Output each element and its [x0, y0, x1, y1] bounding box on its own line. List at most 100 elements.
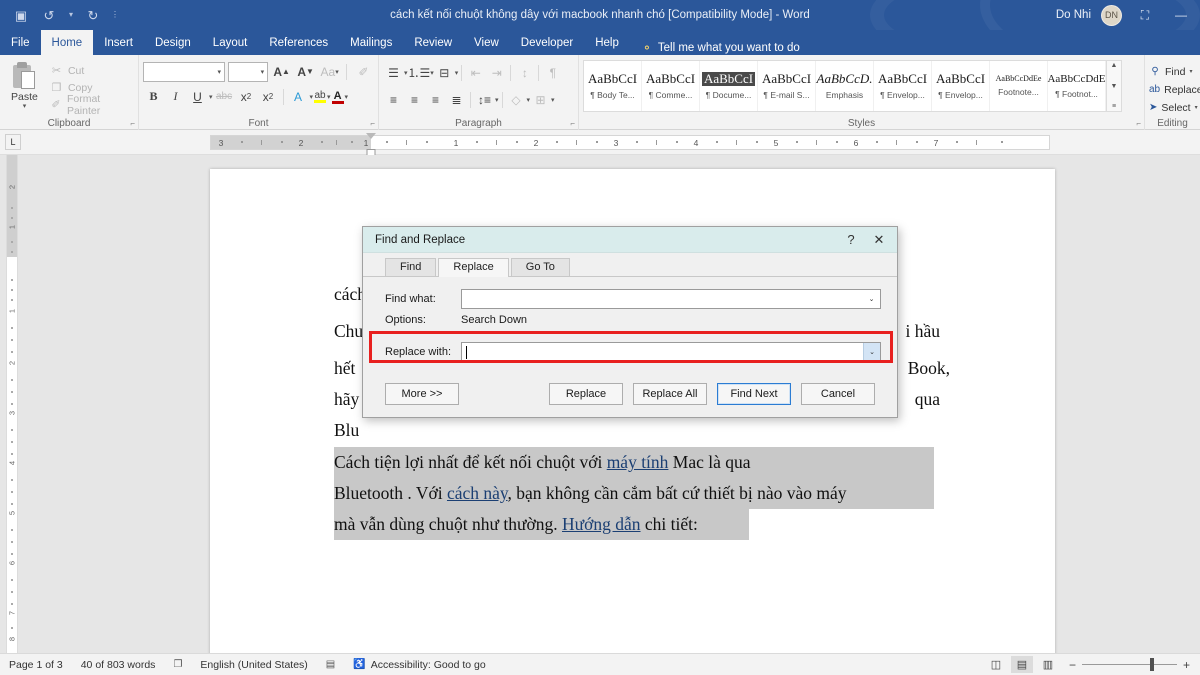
font-size-input[interactable]: ▾ [228, 61, 269, 82]
read-mode-view-button[interactable]: ◫ [985, 656, 1007, 673]
first-line-indent-marker[interactable] [366, 133, 376, 139]
style-item[interactable]: AaBbCcDdE ¶ Footnot... [1047, 61, 1106, 111]
increase-indent-icon[interactable]: ⇥ [486, 62, 507, 83]
tab-developer[interactable]: Developer [510, 30, 584, 55]
styles-scroll-up-icon[interactable]: ▲ [1111, 62, 1118, 69]
highlight-dropdown-icon[interactable]: ▾ [327, 93, 331, 101]
avatar[interactable]: DN [1101, 4, 1122, 26]
style-item[interactable]: AaBbCcI ¶ Envelop... [932, 61, 990, 111]
hyperlink-cach-nay[interactable]: cách này [447, 483, 508, 503]
grow-font-icon[interactable]: A ▲ [271, 61, 292, 82]
find-button[interactable]: ⚲ Find ▾ [1149, 62, 1196, 80]
ribbon-display-options-icon[interactable]: ⛶ [1132, 2, 1158, 28]
zoom-in-button[interactable]: + [1183, 658, 1190, 672]
shrink-font-icon[interactable]: A ▼ [295, 61, 316, 82]
bullets-icon[interactable]: ☰ [383, 62, 404, 83]
tab-file[interactable]: File [0, 30, 41, 55]
tab-stop-selector-icon[interactable]: L [5, 134, 21, 150]
zoom-out-button[interactable]: − [1069, 658, 1076, 672]
strikethrough-button[interactable]: abc [214, 86, 235, 107]
select-dropdown-icon[interactable]: ▾ [1195, 104, 1198, 111]
tell-me-search[interactable]: ⚬ Tell me what you want to do [630, 41, 800, 55]
word-count[interactable]: 40 of 803 words [72, 659, 165, 671]
replace-button[interactable]: Replace [549, 383, 623, 405]
find-dropdown-icon[interactable]: ▾ [1189, 68, 1192, 75]
text-highlight-icon[interactable]: ab [314, 86, 327, 107]
account-name[interactable]: Do Nhi [1056, 9, 1091, 21]
italic-button[interactable]: I [165, 86, 186, 107]
dialog-tab-replace[interactable]: Replace [438, 258, 509, 277]
font-color-icon[interactable]: A [331, 86, 344, 107]
sort-icon[interactable]: ↕ [514, 62, 535, 83]
style-item-selected[interactable]: AaBbCcI ¶ Docume... [700, 61, 758, 111]
paragraph-dialog-launcher-icon[interactable]: ⌐ [570, 119, 575, 128]
horizontal-ruler[interactable]: L 3 2 1 1 2 3 4 5 6 7 [0, 130, 1200, 156]
superscript-button[interactable]: x2 [258, 86, 279, 107]
tab-layout[interactable]: Layout [202, 30, 259, 55]
font-dialog-launcher-icon[interactable]: ⌐ [370, 119, 375, 128]
zoom-track[interactable] [1081, 658, 1177, 671]
more-button[interactable]: More >> [385, 383, 459, 405]
find-next-button[interactable]: Find Next [717, 383, 791, 405]
justify-icon[interactable]: ≣ [446, 89, 467, 110]
tab-review[interactable]: Review [403, 30, 463, 55]
underline-dropdown-icon[interactable]: ▾ [209, 93, 213, 101]
replace-button[interactable]: ab Replace [1149, 80, 1200, 98]
change-case-icon[interactable]: Aa ▾ [319, 61, 340, 82]
style-item[interactable]: AaBbCcI ¶ Envelop... [874, 61, 932, 111]
style-item[interactable]: AaBbCcI ¶ Body Te... [584, 61, 642, 111]
page-indicator[interactable]: Page 1 of 3 [0, 659, 72, 671]
numbering-icon[interactable]: ⒈☰ [408, 62, 431, 83]
web-layout-view-button[interactable]: ▥ [1037, 656, 1059, 673]
accessibility-status[interactable]: ♿ Accessibility: Good to go [344, 659, 494, 671]
shading-icon[interactable]: ◇ [506, 89, 527, 110]
select-button[interactable]: ➤ Select ▾ [1149, 98, 1198, 116]
show-formatting-marks-icon[interactable]: ¶ [542, 62, 563, 83]
paste-dropdown-icon[interactable]: ▾ [23, 102, 27, 110]
style-item[interactable]: AaBbCcI ¶ E-mail S... [758, 61, 816, 111]
find-what-dropdown-icon[interactable]: ⌄ [863, 290, 880, 308]
font-size-dropdown-icon[interactable]: ▾ [261, 68, 265, 76]
cut-button[interactable]: ✂ Cut [47, 62, 134, 79]
decrease-indent-icon[interactable]: ⇤ [465, 62, 486, 83]
format-painter-button[interactable]: ✐ Format Painter [47, 93, 134, 117]
underline-button[interactable]: U [187, 86, 208, 107]
dialog-tab-goto[interactable]: Go To [510, 258, 570, 276]
style-item[interactable]: AaBbCcD. Emphasis [816, 61, 874, 111]
line-spacing-dropdown-icon[interactable]: ▾ [495, 96, 499, 104]
close-icon[interactable]: ✕ [865, 228, 893, 252]
replace-all-button[interactable]: Replace All [633, 383, 707, 405]
vertical-ruler-strip[interactable]: 2 1 1 2 3 4 5 6 7 8 [6, 155, 18, 653]
clipboard-dialog-launcher-icon[interactable]: ⌐ [130, 119, 135, 128]
help-icon[interactable]: ? [837, 228, 865, 252]
zoom-slider[interactable]: − + [1069, 658, 1190, 672]
borders-dropdown-icon[interactable]: ▾ [551, 96, 555, 104]
clear-formatting-icon[interactable]: ✐ [353, 61, 374, 82]
line-spacing-icon[interactable]: ↕≡ [474, 89, 495, 110]
proofing-status[interactable]: ❐ [164, 659, 191, 670]
font-name-dropdown-icon[interactable]: ▾ [218, 68, 222, 76]
borders-icon[interactable]: ⊞ [530, 89, 551, 110]
font-name-input[interactable]: ▾ [143, 61, 226, 82]
tab-insert[interactable]: Insert [93, 30, 144, 55]
language-indicator[interactable]: English (United States) [191, 659, 316, 671]
vertical-ruler[interactable]: 2 1 1 2 3 4 5 6 7 8 [0, 155, 22, 653]
tab-design[interactable]: Design [144, 30, 202, 55]
minimize-button[interactable]: — [1168, 2, 1194, 28]
styles-scroll-down-icon[interactable]: ▼ [1111, 83, 1118, 90]
align-right-icon[interactable]: ≡ [425, 89, 446, 110]
hyperlink-may-tinh[interactable]: máy tính [607, 452, 669, 472]
text-effects-dropdown-icon[interactable]: ▾ [310, 93, 314, 101]
find-and-replace-dialog[interactable]: Find and Replace ? ✕ Find Replace Go To … [362, 226, 898, 418]
align-center-icon[interactable]: ≡ [404, 89, 425, 110]
bold-button[interactable]: B [143, 86, 164, 107]
tab-mailings[interactable]: Mailings [339, 30, 403, 55]
selected-paragraph[interactable]: Cách tiện lợi nhất để kết nối chuột với … [334, 447, 934, 540]
styles-more-icon[interactable]: ≡ [1112, 103, 1116, 110]
styles-gallery-scrollbar[interactable]: ▲ ▼ ≡ [1107, 60, 1122, 112]
style-item[interactable]: AaBbCcI ¶ Comme... [642, 61, 700, 111]
tab-home[interactable]: Home [40, 30, 94, 55]
macro-recording[interactable]: ▤ [317, 659, 344, 670]
text-effects-icon[interactable]: A [288, 86, 309, 107]
style-item[interactable]: AaBbCcDdEe Footnote... [990, 61, 1048, 111]
